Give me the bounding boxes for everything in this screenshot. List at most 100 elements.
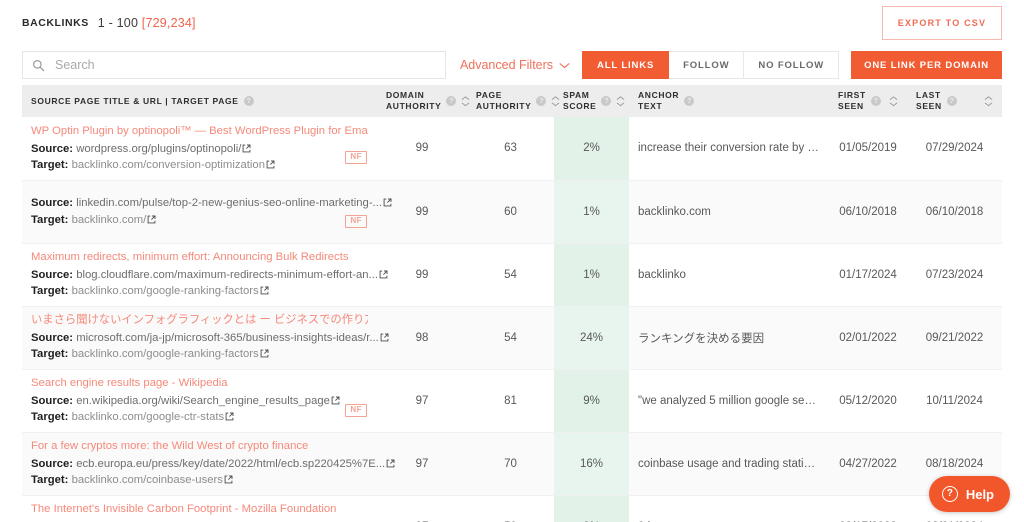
- target-url-line: Target: backlinko.com/google-ranking-fac…: [31, 346, 368, 362]
- source-label: Source:: [31, 269, 74, 282]
- target-url[interactable]: backlinko.com/: [72, 214, 147, 226]
- target-url[interactable]: backlinko.com/google-ranking-factors: [72, 348, 259, 360]
- backlinks-table-container: SOURCE PAGE TITLE & URL | TARGET PAGE ? …: [0, 85, 1024, 522]
- table-row[interactable]: Source: linkedin.com/pulse/top-2-new-gen…: [22, 180, 1002, 244]
- source-url[interactable]: blog.cloudflare.com/maximum-redirects-mi…: [76, 269, 378, 281]
- cell-first-seen: 01/17/2024: [829, 243, 907, 307]
- nofollow-badge: NF: [345, 403, 367, 417]
- source-label: Source:: [31, 197, 74, 210]
- target-url[interactable]: backlinko.com/coinbase-users: [72, 474, 223, 486]
- sort-toggle-last-seen[interactable]: [984, 95, 993, 107]
- source-label: Source:: [31, 395, 74, 408]
- table-row[interactable]: For a few cryptos more: the Wild West of…: [22, 432, 1002, 496]
- source-page-title[interactable]: いまさら聞けないインフォグラフィックとは ー ビジネスでの作り方・使い方例: [31, 313, 368, 328]
- external-link-icon[interactable]: [225, 412, 234, 421]
- anchor-text-value: backlinko: [638, 268, 686, 281]
- external-link-icon[interactable]: [260, 349, 269, 358]
- column-header-source-page[interactable]: SOURCE PAGE TITLE & URL | TARGET PAGE ?: [22, 85, 377, 117]
- source-url-line: Source: wordpress.org/plugins/optinopoli…: [31, 141, 368, 157]
- column-header-last-seen[interactable]: LAST SEEN ?: [907, 85, 1002, 117]
- cell-anchor-text: increase their conversion rate by an ave…: [629, 117, 829, 181]
- search-box[interactable]: [22, 51, 446, 79]
- external-link-icon[interactable]: [266, 160, 275, 169]
- source-url-line: Source: microsoft.com/ja-jp/microsoft-36…: [31, 330, 389, 346]
- target-url-line: Target: backlinko.com/google-ctr-stats: [31, 409, 368, 425]
- filter-follow[interactable]: FOLLOW: [669, 51, 745, 79]
- one-link-per-domain-button[interactable]: ONE LINK PER DOMAIN: [851, 51, 1002, 79]
- source-url[interactable]: wordpress.org/plugins/optinopoli/: [76, 143, 241, 155]
- anchor-text-value: increase their conversion rate by an ave…: [638, 142, 820, 155]
- column-header-spam-score[interactable]: SPAM SCORE ?: [554, 85, 629, 117]
- column-header-source-page-label: SOURCE PAGE TITLE & URL | TARGET PAGE: [31, 95, 239, 106]
- sort-toggle-first-seen[interactable]: [889, 95, 898, 107]
- cell-domain-authority: 99: [377, 243, 467, 307]
- target-url[interactable]: backlinko.com/google-ranking-factors: [72, 285, 259, 297]
- source-page-title[interactable]: Maximum redirects, minimum effort: Annou…: [31, 250, 368, 265]
- table-row[interactable]: Search engine results page - Wikipedia So…: [22, 369, 1002, 433]
- sort-toggle-domain-authority[interactable]: [461, 95, 470, 107]
- source-url[interactable]: microsoft.com/ja-jp/microsoft-365/busine…: [76, 332, 379, 344]
- help-icon[interactable]: ?: [870, 96, 881, 106]
- filter-no-follow[interactable]: NO FOLLOW: [744, 51, 840, 79]
- source-page-title[interactable]: For a few cryptos more: the Wild West of…: [31, 439, 368, 454]
- result-total-count: [729,234]: [141, 15, 196, 30]
- source-url[interactable]: en.wikipedia.org/wiki/Search_engine_resu…: [76, 395, 330, 407]
- source-url[interactable]: linkedin.com/pulse/top-2-new-genius-seo-…: [76, 197, 382, 209]
- filter-all-links[interactable]: ALL LINKS: [582, 51, 670, 79]
- external-link-icon[interactable]: [147, 215, 156, 224]
- link-type-filter-group: ALL LINKS FOLLOW NO FOLLOW: [582, 51, 840, 79]
- sort-toggle-spam-score[interactable]: [616, 95, 625, 107]
- nofollow-badge: NF: [345, 214, 367, 228]
- external-link-icon[interactable]: [331, 396, 340, 405]
- search-input[interactable]: [53, 57, 436, 73]
- source-url-line: Source: blog.cloudflare.com/maximum-redi…: [31, 267, 388, 283]
- help-icon[interactable]: ?: [536, 96, 547, 106]
- cell-last-seen: 07/23/2024: [907, 243, 1002, 307]
- column-header-page-authority[interactable]: PAGE AUTHORITY ?: [467, 85, 560, 117]
- cell-anchor-text: backlinko: [629, 243, 829, 307]
- help-button[interactable]: ? Help: [928, 476, 1010, 512]
- help-icon[interactable]: ?: [601, 96, 612, 106]
- table-row[interactable]: Maximum redirects, minimum effort: Annou…: [22, 243, 1002, 307]
- external-link-icon[interactable]: [260, 286, 269, 295]
- target-url-line: Target: backlinko.com/coinbase-users: [31, 472, 368, 488]
- external-link-icon[interactable]: [242, 144, 251, 153]
- table-row[interactable]: WP Optin Plugin by optinopoli™ — Best Wo…: [22, 117, 1002, 181]
- help-icon[interactable]: ?: [446, 96, 457, 106]
- advanced-filters-toggle[interactable]: Advanced Filters: [460, 58, 570, 72]
- help-icon[interactable]: ?: [243, 96, 254, 106]
- column-header-domain-authority[interactable]: DOMAIN AUTHORITY ?: [377, 85, 470, 117]
- sort-toggle-page-authority[interactable]: [551, 95, 560, 107]
- anchor-text-value: backlinko.com: [638, 205, 711, 218]
- help-icon[interactable]: ?: [684, 96, 695, 106]
- column-header-first-seen-label: FIRST SEEN: [838, 90, 866, 111]
- cell-first-seen: 05/12/2020: [829, 369, 907, 433]
- source-page-title[interactable]: Search engine results page - Wikipedia: [31, 376, 368, 391]
- external-link-icon[interactable]: [383, 198, 392, 207]
- cell-first-seen: 08/17/2023: [829, 495, 907, 522]
- external-link-icon[interactable]: [380, 333, 389, 342]
- target-label: Target:: [31, 411, 69, 424]
- target-url[interactable]: backlinko.com/conversion-optimization: [72, 159, 265, 171]
- help-button-label: Help: [965, 486, 994, 502]
- filter-follow-label: FOLLOW: [683, 59, 730, 71]
- external-link-icon[interactable]: [224, 475, 233, 484]
- external-link-icon[interactable]: [386, 459, 395, 468]
- result-range: 1 - 100 [729,234]: [98, 16, 196, 30]
- source-url[interactable]: ecb.europa.eu/press/key/date/2022/html/e…: [76, 458, 385, 470]
- export-to-csv-button[interactable]: EXPORT TO CSV: [882, 6, 1002, 40]
- help-icon[interactable]: ?: [946, 96, 957, 106]
- cell-spam-score: 16%: [554, 432, 629, 496]
- source-label: Source:: [31, 142, 74, 155]
- source-page-title[interactable]: The Internet's Invisible Carbon Footprin…: [31, 502, 368, 517]
- cell-spam-score: 1%: [554, 243, 629, 307]
- target-url[interactable]: backlinko.com/google-ctr-stats: [72, 411, 225, 423]
- source-page-title[interactable]: WP Optin Plugin by optinopoli™ — Best Wo…: [31, 124, 368, 139]
- column-header-anchor-text[interactable]: ANCHOR TEXT ?: [629, 85, 829, 117]
- cell-spam-score: 9%: [554, 369, 629, 433]
- external-link-icon[interactable]: [379, 270, 388, 279]
- column-header-first-seen[interactable]: FIRST SEEN ?: [829, 85, 907, 117]
- table-row[interactable]: The Internet's Invisible Carbon Footprin…: [22, 495, 1002, 522]
- table-row[interactable]: いまさら聞けないインフォグラフィックとは ー ビジネスでの作り方・使い方例 Sou…: [22, 306, 1002, 370]
- column-header-page-authority-label: PAGE AUTHORITY: [476, 90, 532, 111]
